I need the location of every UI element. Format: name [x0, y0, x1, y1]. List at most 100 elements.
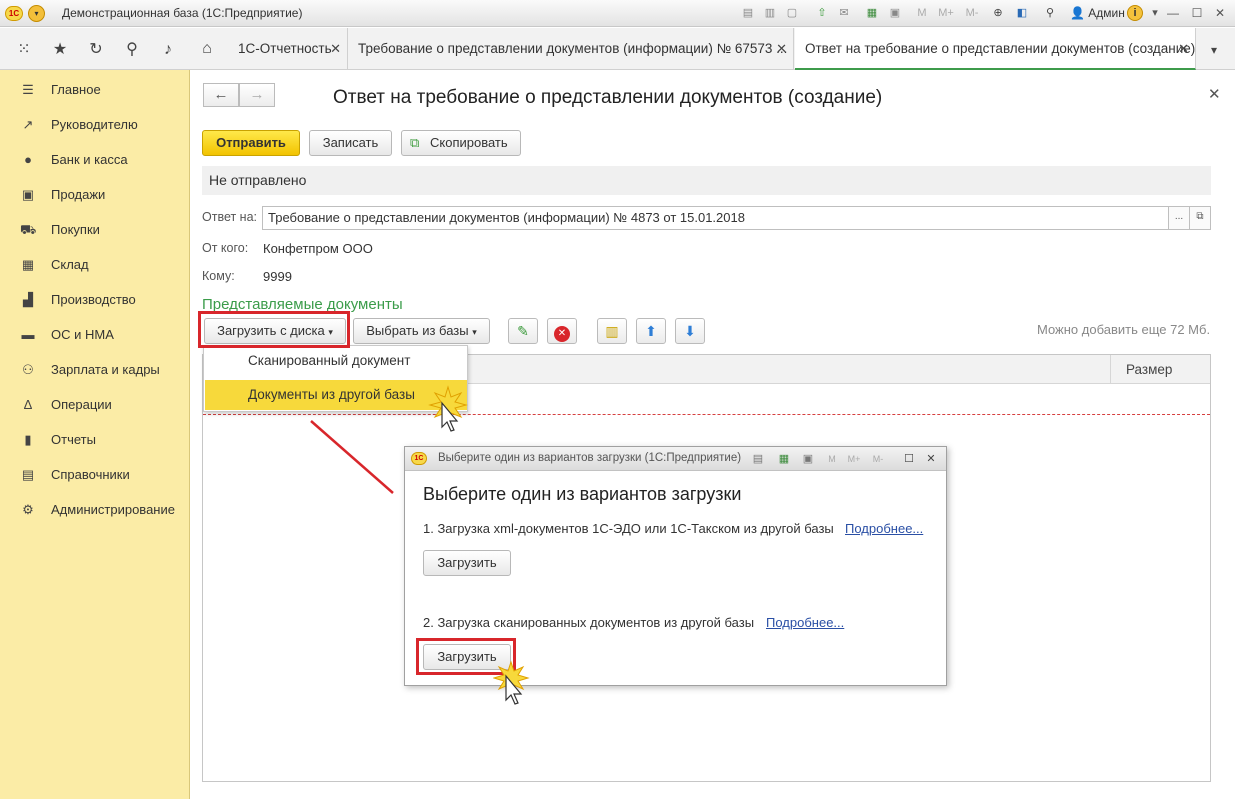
calculator-icon[interactable]: ▦ [865, 6, 879, 20]
select-button[interactable]: ... [1168, 206, 1190, 230]
cursor-icon [493, 660, 530, 705]
sidebar-item-label: Покупки [51, 222, 100, 237]
delete-icon[interactable]: ✕ [547, 318, 577, 344]
sidebar-item-reports[interactable]: ▮ Отчеты [0, 425, 190, 455]
search-icon[interactable]: ⚲ [122, 40, 142, 60]
move-up-icon[interactable]: ⬆ [636, 318, 666, 344]
memory-m-button[interactable]: M [915, 6, 929, 20]
from-value: Конфетпром ООО [263, 241, 373, 256]
main-menu-button[interactable]: ▾ [28, 5, 45, 22]
menu-lines-icon: ☰ [22, 82, 34, 97]
bell-icon[interactable]: ♪ [158, 40, 178, 60]
favorites-star-icon[interactable]: ★ [50, 40, 70, 60]
tabs-menu-icon[interactable]: ▾ [1204, 40, 1224, 60]
memory-mplus-button[interactable]: M+ [936, 6, 956, 20]
book-icon: ▤ [21, 467, 35, 482]
sidebar-item-sales[interactable]: ▣ Продажи [0, 180, 190, 210]
save-button[interactable]: Записать [309, 130, 392, 156]
save-icon[interactable]: ▤ [741, 6, 755, 20]
close-icon[interactable]: ✕ [924, 452, 938, 466]
sidebar-item-operations[interactable]: ∆ Операции [0, 390, 190, 420]
upload-icon[interactable]: ⇧ [815, 6, 829, 20]
reply-to-field[interactable]: Требование о представлении документов (и… [262, 206, 1170, 230]
select-from-base-button[interactable]: Выбрать из базы ▾ [353, 318, 490, 344]
apps-grid-icon[interactable]: ⁙ [14, 40, 34, 60]
history-icon[interactable]: ↻ [86, 40, 106, 60]
close-form-icon[interactable]: ✕ [1208, 85, 1221, 103]
home-icon[interactable]: ⌂ [197, 39, 217, 59]
close-window-button[interactable]: ✕ [1210, 4, 1230, 22]
minimize-button[interactable]: — [1163, 4, 1183, 22]
memory-mminus-button[interactable]: M- [871, 452, 885, 466]
arrow-right-icon: → [249, 86, 265, 103]
memory-m-button[interactable]: M [825, 452, 839, 466]
info-icon[interactable]: i [1127, 5, 1143, 21]
open-icon[interactable]: ⧉ [1189, 206, 1211, 230]
pointer-line [310, 420, 394, 494]
forward-button[interactable]: → [239, 83, 275, 107]
maximize-icon[interactable]: ☐ [902, 452, 916, 466]
window-title: Демонстрационная база (1С:Предприятие) [62, 6, 303, 20]
tools-icon[interactable]: ⚲ [1043, 6, 1057, 20]
sidebar-item-manager[interactable]: ↗ Руководителю [0, 110, 190, 140]
memory-mminus-button[interactable]: M- [962, 6, 982, 20]
coin-icon: ● [24, 152, 32, 167]
tab-reply-create[interactable]: Ответ на требование о представлении доку… [795, 28, 1196, 70]
calendar-icon[interactable]: ▣ [888, 6, 902, 20]
calendar-icon[interactable]: ▣ [801, 452, 815, 466]
arrow-left-icon: ← [213, 86, 229, 103]
sidebar-item-label: Зарплата и кадры [51, 362, 160, 377]
option-2-text: 2. Загрузка сканированных документов из … [423, 615, 755, 630]
tab-requirement[interactable]: Требование о представлении документов (и… [348, 28, 794, 70]
sidebar-item-label: Банк и касса [51, 152, 128, 167]
back-button[interactable]: ← [203, 83, 239, 107]
maximize-button[interactable]: ☐ [1187, 4, 1207, 22]
sidebar-item-label: Продажи [51, 187, 106, 202]
calculator-icon[interactable]: ▦ [777, 452, 791, 466]
dialog-heading: Выберите один из вариантов загрузки [423, 484, 742, 504]
sidebar-item-production[interactable]: ▟ Производство [0, 285, 190, 315]
sidebar-item-bank[interactable]: ● Банк и касса [0, 145, 190, 175]
edit-icon[interactable]: ✎ [508, 318, 538, 344]
print-icon[interactable]: ▥ [763, 6, 777, 20]
close-icon[interactable]: ✕ [330, 28, 341, 70]
sidebar-item-label: Руководителю [51, 117, 138, 132]
sidebar-item-main[interactable]: ☰ Главное [0, 75, 190, 105]
sidebar-item-purchases[interactable]: ⛟ Покупки [0, 215, 190, 245]
attach-icon[interactable]: ▥ [597, 318, 627, 344]
sidebar-item-salary[interactable]: ⚇ Зарплата и кадры [0, 355, 190, 385]
tab-label: Требование о представлении документов (и… [358, 41, 788, 56]
tab-reporting[interactable]: 1С-Отчетность ✕ [228, 28, 348, 70]
memory-mplus-button[interactable]: M+ [847, 452, 861, 466]
email-icon[interactable]: ✉ [837, 6, 851, 20]
option-1-text: 1. Загрузка xml-документов 1С-ЭДО или 1С… [423, 521, 834, 536]
window-titlebar: 1С ▾ Демонстрационная база (1С:Предприят… [0, 0, 1235, 27]
load-button-1[interactable]: Загрузить [423, 550, 511, 576]
dialog-titlebar: 1С Выберите один из вариантов загрузки (… [405, 447, 946, 471]
people-icon: ⚇ [22, 362, 34, 377]
cart-icon: ⛟ [20, 222, 37, 237]
column-size[interactable]: Размер [1110, 355, 1210, 384]
copy-button[interactable]: ⧉ Скопировать [401, 130, 521, 156]
chevron-down-icon[interactable]: ▾ [1148, 6, 1162, 20]
print-icon[interactable]: ▤ [751, 452, 765, 466]
zoom-icon[interactable]: ⊕ [991, 6, 1005, 20]
preview-icon[interactable]: ▢ [785, 6, 799, 20]
more-link-1[interactable]: Подробнее... [845, 521, 923, 536]
panel-icon[interactable]: ◧ [1015, 6, 1029, 20]
sidebar-item-warehouse[interactable]: ▦ Склад [0, 250, 190, 280]
highlight-frame [198, 311, 350, 348]
close-icon[interactable]: ✕ [1178, 28, 1189, 68]
user-name[interactable]: 👤 Админ [1070, 6, 1125, 20]
send-button[interactable]: Отправить [202, 130, 300, 156]
close-icon[interactable]: ✕ [776, 28, 787, 70]
sidebar-item-admin[interactable]: ⚙ Администрирование [0, 495, 190, 525]
move-down-icon[interactable]: ⬇ [675, 318, 705, 344]
more-link-2[interactable]: Подробнее... [766, 615, 844, 630]
menu-item-scanned[interactable]: Сканированный документ [205, 346, 467, 376]
sidebar-item-catalogs[interactable]: ▤ Справочники [0, 460, 190, 490]
trend-icon: ↗ [22, 117, 34, 132]
tab-label: Ответ на требование о представлении доку… [805, 41, 1196, 56]
copy-label: Скопировать [430, 135, 508, 150]
sidebar-item-assets[interactable]: ▬ ОС и НМА [0, 320, 190, 350]
